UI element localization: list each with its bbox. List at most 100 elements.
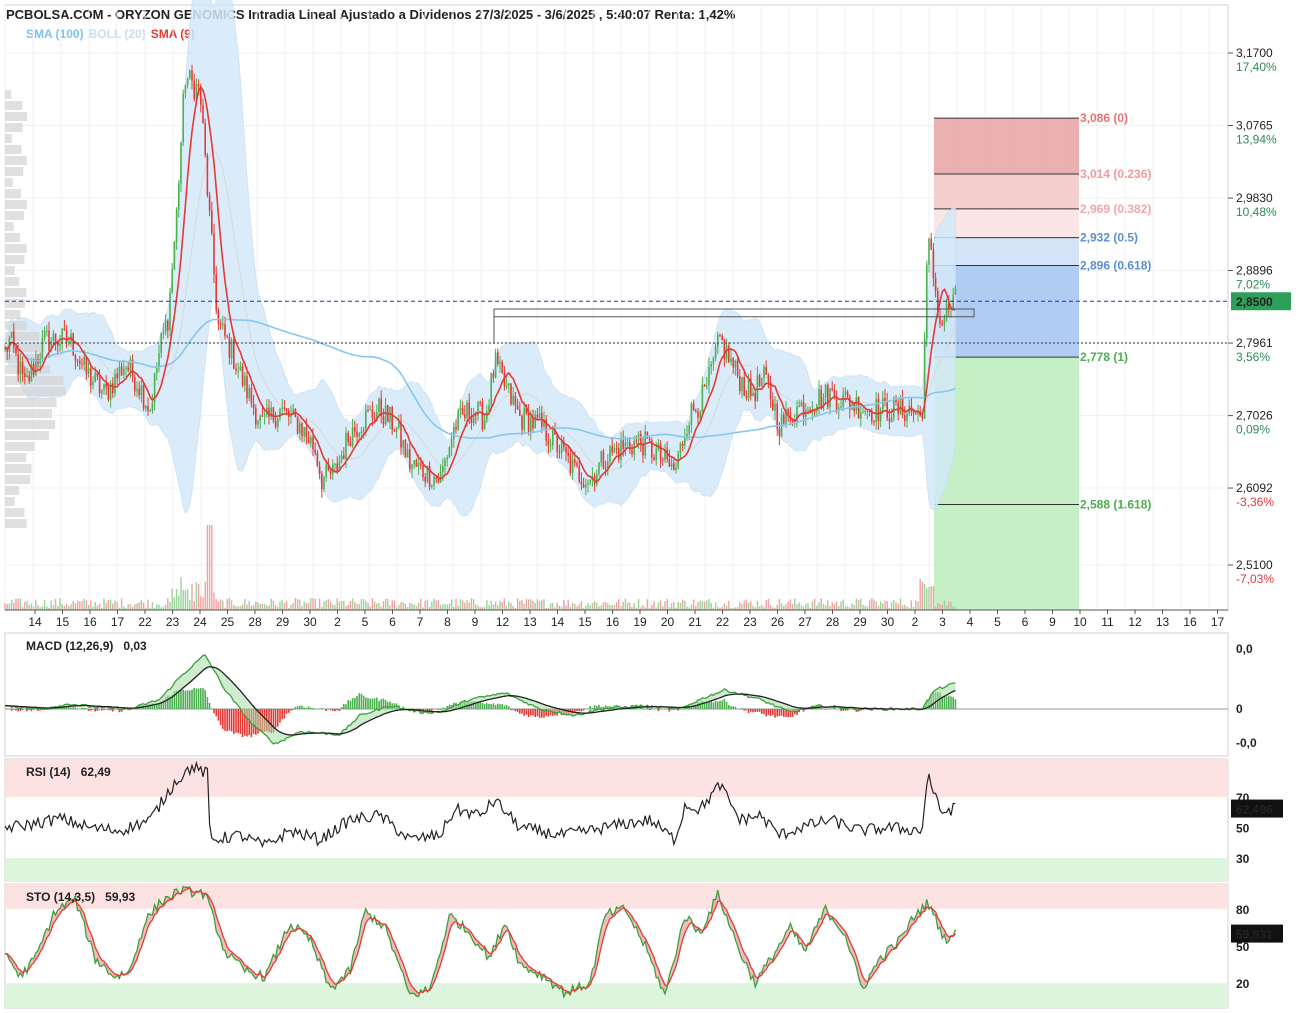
macd-histogram-bar <box>325 709 327 711</box>
volume-bar <box>274 604 277 610</box>
profile-bar <box>5 156 27 165</box>
candle-body <box>134 376 136 392</box>
volume-bar <box>314 598 316 610</box>
date-tick-label: 22 <box>138 615 152 629</box>
candle-body <box>640 433 642 444</box>
macd-histogram-bar <box>589 705 591 709</box>
volume-bar <box>442 604 444 610</box>
volume-bar <box>431 601 433 610</box>
volume-bar <box>197 583 200 610</box>
profile-bar <box>5 222 14 231</box>
volume-bar <box>840 601 842 610</box>
candle-body <box>400 422 402 448</box>
date-tick-label: 12 <box>1128 615 1142 629</box>
macd-histogram-bar <box>516 709 519 712</box>
candle-body <box>519 409 521 416</box>
candle-body <box>448 447 451 458</box>
volume-bar <box>400 602 402 610</box>
rsi-panel: RSI (14) 62,4970503062,496 <box>4 758 1283 882</box>
volume-bar <box>862 604 864 610</box>
candle-body <box>217 310 220 324</box>
candle-body <box>552 429 554 446</box>
volume-bar <box>800 605 803 610</box>
profile-bar <box>5 244 27 253</box>
candle-body <box>197 84 200 87</box>
volume-bar <box>105 602 107 610</box>
volume-bar <box>96 605 99 610</box>
volume-bar <box>164 604 167 610</box>
date-tick-label: 28 <box>248 615 262 629</box>
macd-histogram-bar <box>824 709 827 710</box>
candle-body <box>877 398 880 422</box>
candle-body <box>719 334 721 337</box>
volume-bar <box>521 600 523 610</box>
candle-body <box>842 394 844 407</box>
candle-body <box>24 373 26 378</box>
y-tick-label: 2,8896 <box>1236 264 1273 278</box>
candle-body <box>257 421 259 425</box>
volume-bar <box>17 598 19 610</box>
volume-bar <box>633 602 635 610</box>
volume-bar <box>191 583 193 610</box>
candle-body <box>406 449 409 458</box>
date-tick-label: 22 <box>716 615 730 629</box>
volume-bar <box>404 603 407 610</box>
volume-bar <box>193 601 195 610</box>
volume-bar <box>871 598 873 610</box>
volume-bar <box>415 605 418 610</box>
candle-body <box>490 373 492 405</box>
candle-body <box>318 466 321 474</box>
macd-histogram-bar <box>376 697 378 709</box>
profile-bar <box>5 475 31 484</box>
macd-histogram-bar <box>670 709 673 710</box>
volume-bar <box>580 600 583 610</box>
candle-body <box>549 445 552 447</box>
date-tick-label: 24 <box>193 615 207 629</box>
volume-bar <box>875 601 877 610</box>
macd-histogram-bar <box>76 708 79 709</box>
volume-bar <box>609 604 611 610</box>
candle-body <box>752 392 754 397</box>
candle-body <box>681 443 684 446</box>
candle-body <box>279 409 281 419</box>
volume-bar <box>811 601 814 610</box>
candle-body <box>219 323 222 325</box>
candle-body <box>442 466 444 473</box>
candle-body <box>354 427 356 432</box>
volume-bar <box>527 599 530 610</box>
candle-body <box>646 431 649 439</box>
volume-bar <box>448 603 451 610</box>
candle-body <box>653 457 655 460</box>
candle-body <box>299 423 301 434</box>
macd-histogram-bar <box>277 709 279 727</box>
candle-body <box>193 80 195 99</box>
macd-histogram-bar <box>778 709 781 717</box>
volume-bar <box>340 600 343 610</box>
candle-body <box>899 397 902 414</box>
y-tick-pct: 0,09% <box>1236 423 1270 437</box>
volume-bar <box>180 577 182 610</box>
macd-histogram-bar <box>774 709 776 718</box>
candle-body <box>59 343 61 347</box>
candle-body <box>703 384 706 387</box>
candle-body <box>404 440 407 458</box>
volume-bar <box>393 600 396 610</box>
volume-bar <box>827 600 829 610</box>
candle-body <box>373 417 376 421</box>
volume-bar <box>624 598 627 610</box>
candle-body <box>349 441 352 447</box>
volume-bar <box>904 604 906 610</box>
volume-bar <box>239 606 242 610</box>
volume-bar <box>475 604 477 610</box>
volume-bar <box>140 600 143 610</box>
macd-histogram-bar <box>512 709 514 711</box>
candle-body <box>864 411 866 413</box>
date-tick-label: 15 <box>56 615 70 629</box>
macd-histogram-bar <box>90 709 92 711</box>
macd-histogram-bar <box>578 709 580 712</box>
candle-body <box>180 142 182 184</box>
macd-histogram-bar <box>761 709 763 714</box>
date-tick-label: 16 <box>83 615 97 629</box>
legend: SMA (100) BOLL (20) SMA (9) <box>26 27 195 41</box>
macd-histogram-bar <box>444 708 446 709</box>
